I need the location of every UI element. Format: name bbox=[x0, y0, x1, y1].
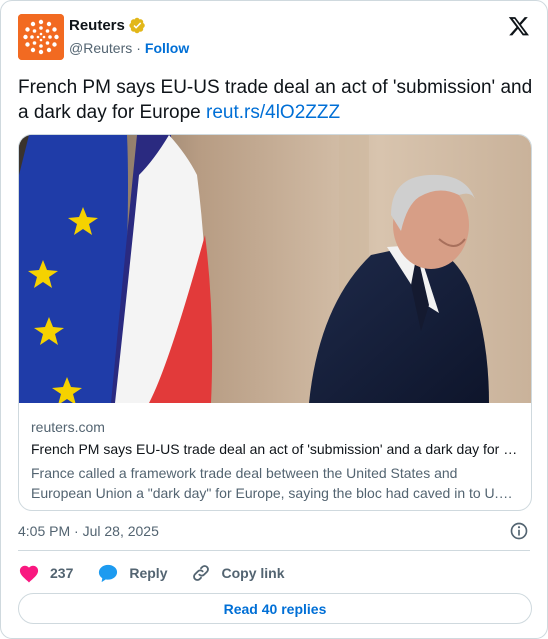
x-logo-icon[interactable] bbox=[508, 15, 530, 37]
follow-button[interactable]: Follow bbox=[145, 40, 189, 56]
action-bar: 237 Reply Copy link bbox=[18, 561, 309, 585]
tweet-link[interactable]: reut.rs/4lO2ZZZ bbox=[206, 102, 340, 123]
separator-dot: · bbox=[136, 40, 141, 56]
copy-link-button[interactable]: Copy link bbox=[191, 563, 285, 583]
avatar[interactable] bbox=[18, 14, 64, 60]
link-card-title: French PM says EU-US trade deal an act o… bbox=[31, 441, 521, 457]
divider bbox=[18, 550, 530, 551]
link-card-domain: reuters.com bbox=[31, 419, 105, 435]
read-replies-button[interactable]: Read 40 replies bbox=[18, 593, 532, 624]
copy-link-label: Copy link bbox=[221, 565, 285, 581]
like-button[interactable]: 237 bbox=[18, 563, 73, 583]
heart-icon bbox=[19, 565, 39, 583]
verified-badge-icon bbox=[129, 17, 145, 34]
author-name[interactable]: Reuters bbox=[69, 17, 125, 34]
author-name-row: Reuters bbox=[69, 17, 146, 34]
link-chain-icon bbox=[193, 565, 210, 581]
author-handle-row: @Reuters · Follow bbox=[69, 40, 189, 56]
info-icon[interactable] bbox=[509, 521, 529, 541]
link-preview-card[interactable]: reuters.com French PM says EU-US trade d… bbox=[18, 134, 532, 511]
reply-label: Reply bbox=[129, 565, 168, 581]
tweet-embed-card: Reuters @Reuters · Follow French PM says… bbox=[0, 0, 548, 639]
tweet-text: French PM says EU-US trade deal an act o… bbox=[18, 75, 533, 125]
tweet-timestamp[interactable]: 4:05 PM · Jul 28, 2025 bbox=[18, 523, 159, 539]
link-card-description: France called a framework trade deal bet… bbox=[31, 465, 512, 501]
reply-button[interactable]: Reply bbox=[97, 563, 167, 583]
reuters-logo-icon bbox=[18, 14, 64, 60]
author-handle[interactable]: @Reuters bbox=[69, 40, 132, 56]
article-photo bbox=[19, 135, 531, 403]
like-count: 237 bbox=[50, 565, 74, 581]
speech-bubble-icon bbox=[99, 564, 118, 583]
